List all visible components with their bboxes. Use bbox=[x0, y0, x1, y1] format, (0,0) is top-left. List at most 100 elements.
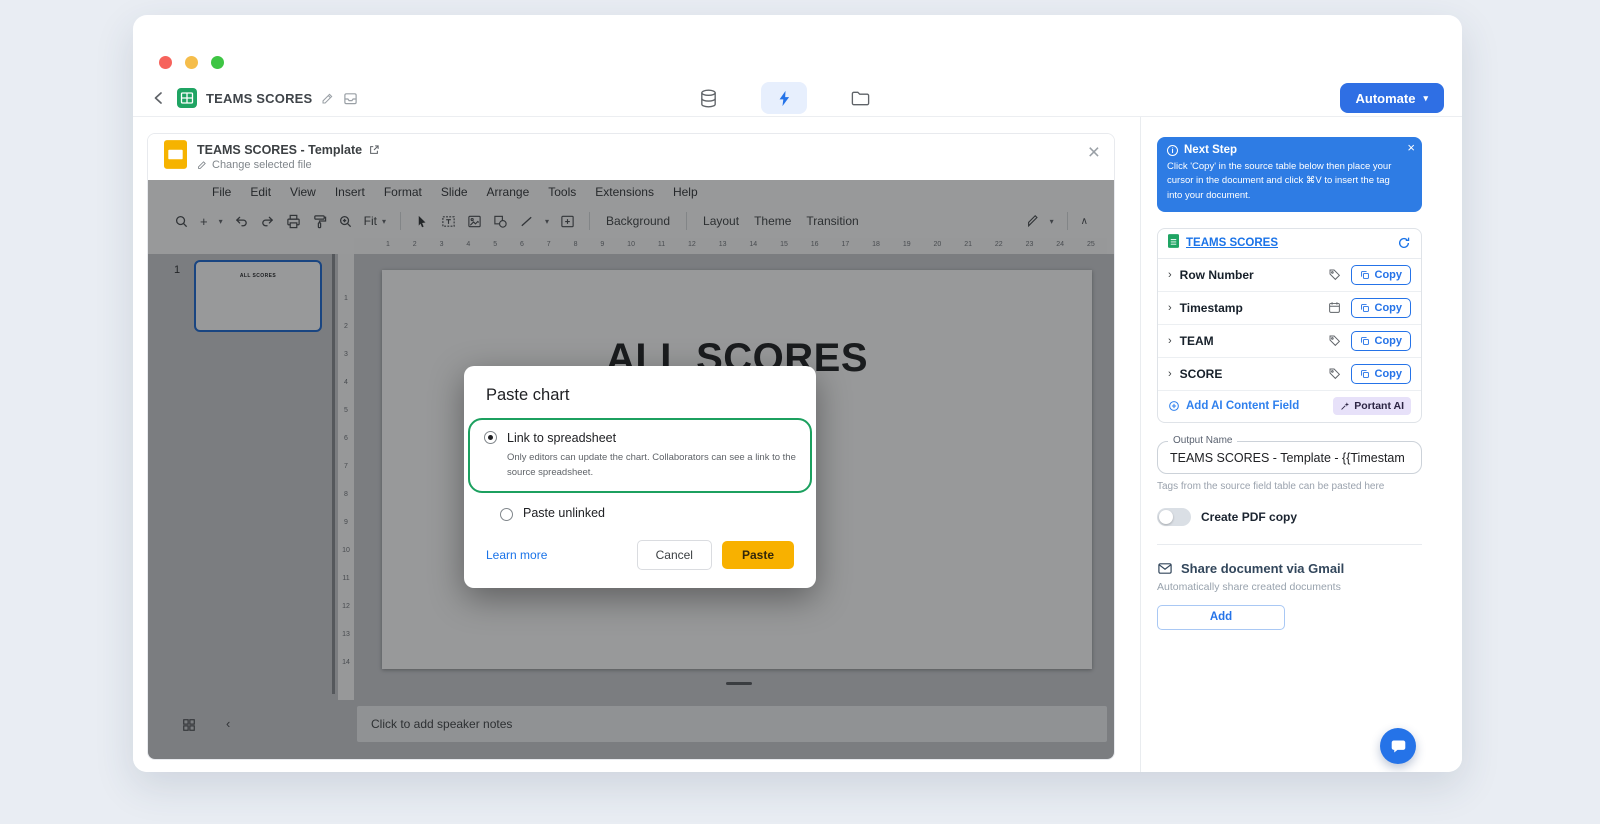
wand-icon bbox=[1341, 402, 1350, 410]
copy-icon bbox=[1360, 336, 1369, 345]
sidebar-divider bbox=[1157, 543, 1422, 545]
edit-title-button[interactable] bbox=[321, 92, 334, 105]
automate-button[interactable]: Automate ▾ bbox=[1339, 83, 1444, 113]
add-ai-label: Add AI Content Field bbox=[1186, 400, 1300, 413]
slides-embed-header: TEAMS SCORES - Template Change selected … bbox=[148, 134, 1114, 180]
archive-icon bbox=[344, 92, 358, 104]
app-topbar: TEAMS SCORES Automate ▾ bbox=[133, 80, 1462, 117]
paste-chart-dialog: Paste chart Link to spreadsheet Only edi… bbox=[464, 366, 816, 589]
source-field-row: › TEAM Copy bbox=[1158, 325, 1421, 358]
source-field-row: › SCORE Copy bbox=[1158, 358, 1421, 391]
tags-helper-text: Tags from the source field table can be … bbox=[1157, 480, 1385, 492]
chevron-left-icon bbox=[154, 92, 162, 104]
next-step-callout: i Next Step × Click 'Copy' in the source… bbox=[1157, 137, 1422, 212]
copy-label: Copy bbox=[1374, 301, 1403, 314]
tab-workflow[interactable] bbox=[761, 82, 808, 114]
output-name-legend: Output Name bbox=[1168, 434, 1238, 446]
chevron-right-icon[interactable]: › bbox=[1168, 335, 1172, 347]
chat-bubble-icon bbox=[1391, 740, 1405, 752]
tab-output[interactable] bbox=[837, 82, 883, 114]
output-name-value[interactable]: TEAMS SCORES - Template - {{Timestam bbox=[1170, 451, 1409, 465]
back-button[interactable] bbox=[151, 90, 167, 106]
close-embed-button[interactable]: × bbox=[1088, 142, 1100, 163]
chevron-right-icon[interactable]: › bbox=[1168, 302, 1172, 314]
slides-doc-title: TEAMS SCORES - Template bbox=[197, 143, 363, 157]
cancel-button[interactable]: Cancel bbox=[636, 540, 712, 571]
lightning-icon bbox=[779, 90, 789, 106]
tutorial-highlight-outline: Link to spreadsheet Only editors can upd… bbox=[468, 418, 812, 494]
change-selected-file-button[interactable]: Change selected file bbox=[197, 159, 312, 171]
dialog-title: Paste chart bbox=[486, 386, 570, 404]
change-file-label: Change selected file bbox=[212, 159, 312, 171]
copy-label: Copy bbox=[1374, 334, 1403, 347]
add-gmail-share-button[interactable]: Add bbox=[1157, 604, 1285, 630]
field-label: SCORE bbox=[1179, 366, 1223, 381]
automate-label: Automate bbox=[1355, 90, 1416, 106]
sheet-file-icon bbox=[1168, 233, 1179, 253]
folder-icon bbox=[851, 91, 869, 105]
next-step-title: Next Step bbox=[1184, 144, 1238, 156]
link-to-spreadsheet-option[interactable]: Link to spreadsheet Only editors can upd… bbox=[484, 429, 796, 480]
minimize-window-button[interactable] bbox=[185, 56, 198, 69]
create-pdf-label: Create PDF copy bbox=[1201, 509, 1298, 524]
workflow-step-tabs bbox=[685, 82, 883, 114]
copy-icon bbox=[1360, 270, 1369, 279]
dismiss-next-step-button[interactable]: × bbox=[1407, 141, 1415, 154]
sheets-source-icon bbox=[177, 88, 197, 108]
copy-button[interactable]: Copy bbox=[1350, 330, 1411, 351]
slides-file-icon bbox=[164, 140, 187, 174]
app-window: TEAMS SCORES Automate ▾ TEAMS SCORES - T… bbox=[133, 15, 1462, 772]
info-icon: i bbox=[1167, 144, 1178, 156]
gmail-share-subtitle: Automatically share created documents bbox=[1157, 580, 1341, 593]
open-in-new-button[interactable] bbox=[368, 144, 380, 156]
chevron-right-icon[interactable]: › bbox=[1168, 269, 1172, 281]
chevron-down-icon: ▾ bbox=[1423, 92, 1428, 103]
toggle-knob bbox=[1159, 509, 1173, 524]
copy-button[interactable]: Copy bbox=[1350, 264, 1411, 285]
external-link-icon bbox=[370, 145, 379, 154]
source-fields-card: TEAMS SCORES › Row Number Copy › Timesta… bbox=[1157, 227, 1422, 423]
workflow-title: TEAMS SCORES bbox=[206, 90, 313, 106]
copy-label: Copy bbox=[1374, 367, 1403, 380]
copy-button[interactable]: Copy bbox=[1350, 297, 1411, 318]
paste-button[interactable]: Paste bbox=[721, 541, 794, 570]
gmail-share-title: Share document via Gmail bbox=[1181, 560, 1345, 576]
sync-icon bbox=[1398, 237, 1410, 249]
tag-icon bbox=[1328, 268, 1341, 281]
copy-icon bbox=[1360, 303, 1369, 312]
field-label: TEAM bbox=[1179, 333, 1214, 348]
copy-button[interactable]: Copy bbox=[1350, 363, 1411, 384]
tab-source[interactable] bbox=[685, 82, 731, 114]
workflow-sidebar: i Next Step × Click 'Copy' in the source… bbox=[1140, 117, 1462, 772]
option-description: Only editors can update the chart. Colla… bbox=[507, 452, 796, 478]
portant-ai-badge: Portant AI bbox=[1333, 397, 1411, 416]
output-name-field[interactable]: Output Name TEAMS SCORES - Template - {{… bbox=[1157, 434, 1422, 474]
option-label: Paste unlinked bbox=[523, 506, 606, 521]
paste-unlinked-option[interactable]: Paste unlinked bbox=[486, 506, 794, 522]
refresh-source-button[interactable] bbox=[1397, 236, 1411, 250]
radio-selected-icon[interactable] bbox=[484, 431, 497, 444]
create-pdf-toggle[interactable] bbox=[1157, 507, 1191, 526]
copy-icon bbox=[1360, 369, 1369, 378]
google-slides-frame: File Edit View Insert Format Slide Arrange Tool… bbox=[148, 180, 1114, 759]
add-ai-content-field-button[interactable]: Add AI Content Field bbox=[1168, 400, 1299, 412]
zoom-window-button[interactable] bbox=[211, 56, 224, 69]
source-spreadsheet-link[interactable]: TEAMS SCORES bbox=[1186, 237, 1278, 249]
database-icon bbox=[700, 89, 716, 107]
document-panel: TEAMS SCORES - Template Change selected … bbox=[133, 117, 1140, 772]
desktop: TEAMS SCORES Automate ▾ TEAMS SCORES - T… bbox=[0, 0, 1600, 824]
envelope-icon bbox=[1158, 562, 1172, 574]
source-field-row: › Timestamp Copy bbox=[1158, 292, 1421, 325]
next-step-body: Click 'Copy' in the source table below t… bbox=[1167, 161, 1392, 201]
learn-more-link[interactable]: Learn more bbox=[486, 548, 547, 562]
tag-icon bbox=[1328, 367, 1341, 380]
pencil-icon bbox=[322, 93, 333, 103]
tag-icon bbox=[1328, 334, 1341, 347]
source-field-rows: › Row Number Copy › Timestamp Copy › TEA… bbox=[1158, 259, 1421, 391]
window-controls bbox=[159, 56, 224, 69]
chevron-right-icon[interactable]: › bbox=[1168, 368, 1172, 380]
close-window-button[interactable] bbox=[159, 56, 172, 69]
radio-unselected-icon[interactable] bbox=[500, 508, 513, 522]
archive-button[interactable] bbox=[343, 91, 358, 106]
chat-support-button[interactable] bbox=[1380, 728, 1416, 764]
